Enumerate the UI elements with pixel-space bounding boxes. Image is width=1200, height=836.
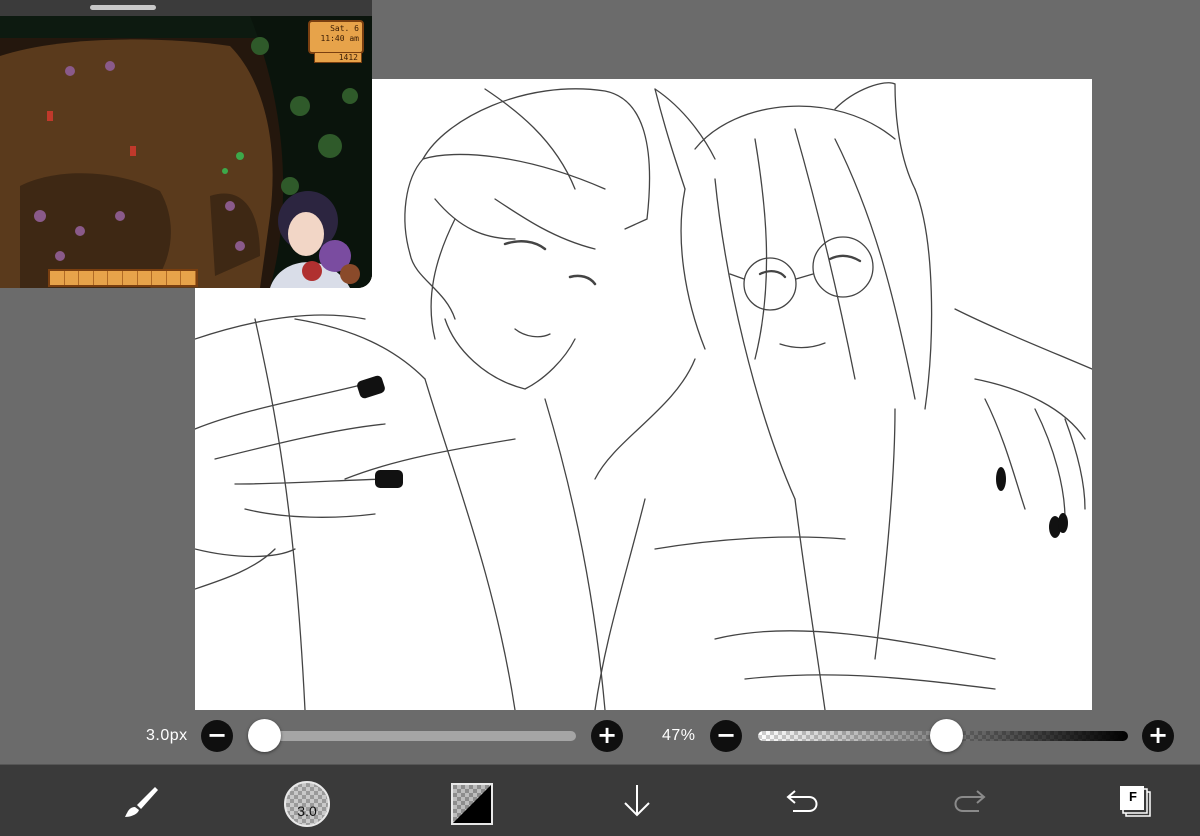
brush-size-slider-knob[interactable]: [248, 719, 282, 752]
inventory-slot: [108, 271, 123, 285]
undo-icon: [786, 790, 818, 812]
game-date-text: Sat. 6: [330, 24, 359, 33]
opacity-decrease-button[interactable]: −: [710, 720, 742, 752]
inventory-slot: [123, 271, 138, 285]
move-layer-down-button[interactable]: [612, 765, 662, 836]
inventory-slot: [79, 271, 94, 285]
inventory-slot: [138, 271, 153, 285]
arrow-down-icon: [624, 785, 650, 817]
game-clock-hud: Sat. 6 11:40 am: [308, 20, 364, 54]
brush-size-increase-button[interactable]: +: [591, 720, 623, 752]
opacity-label: 47%: [662, 727, 696, 744]
brush-size-decrease-button[interactable]: −: [201, 720, 233, 752]
color-swatch-icon: [453, 785, 491, 823]
inventory-slot: [181, 271, 196, 285]
game-gold-counter: 1412: [314, 52, 362, 63]
inventory-slot: [152, 271, 167, 285]
brush-size-label: 3.0px: [146, 727, 188, 744]
picture-in-picture-window[interactable]: Sat. 6 11:40 am 1412: [0, 0, 372, 288]
color-picker-button[interactable]: [451, 783, 493, 825]
pip-drag-handle[interactable]: [90, 5, 156, 10]
inventory-slot: [167, 271, 182, 285]
opacity-slider-knob[interactable]: [929, 719, 963, 752]
redo-icon: [954, 790, 986, 812]
redo-button[interactable]: [944, 765, 994, 836]
inventory-slot: [50, 271, 65, 285]
undo-button[interactable]: [778, 765, 828, 836]
brush-size-badge: 3.0: [297, 803, 317, 819]
brush-tool-button[interactable]: [116, 765, 166, 836]
brush-size-slider-track[interactable]: [258, 731, 576, 741]
opacity-increase-button[interactable]: +: [1142, 720, 1174, 752]
brush-icon: [125, 787, 158, 817]
bottom-toolbar: 3.0 F: [0, 764, 1200, 836]
inventory-slot: [65, 271, 80, 285]
game-time-text: 11:40 am: [320, 34, 359, 43]
layer-letter: F: [1129, 789, 1137, 804]
pip-drag-bar[interactable]: [0, 0, 372, 16]
inventory-slot: [94, 271, 109, 285]
layers-button[interactable]: F: [1110, 765, 1160, 836]
game-inventory-bar: [48, 269, 198, 287]
brush-size-button[interactable]: 3.0: [284, 781, 330, 827]
